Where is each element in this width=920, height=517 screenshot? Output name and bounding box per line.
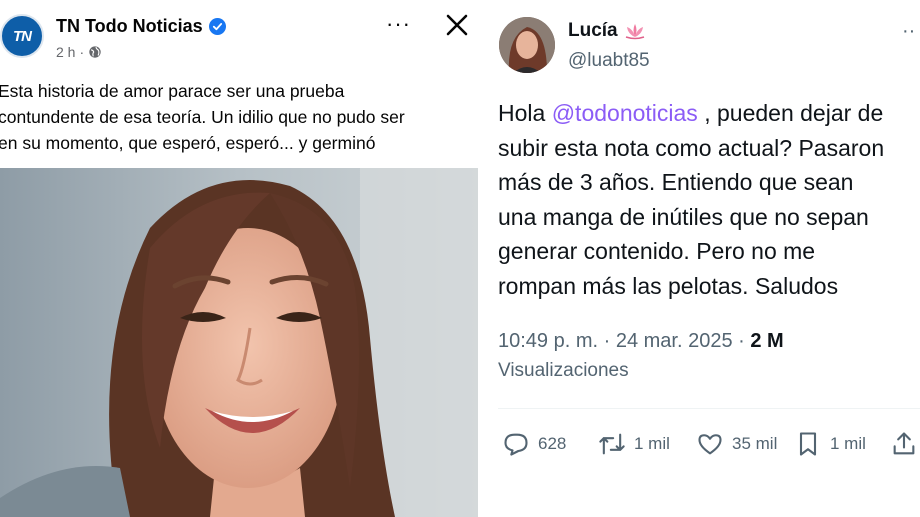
close-icon[interactable] xyxy=(444,12,470,38)
post-text-line: Esta historia de amor parace ser una pru… xyxy=(0,81,345,101)
share-button[interactable] xyxy=(890,426,918,462)
tweet-timestamp-row: 10:49 p. m. · 24 mar. 2025 · 2 M xyxy=(498,330,784,353)
verified-badge-icon xyxy=(208,18,226,35)
reply-icon xyxy=(504,433,528,456)
tweet-text-segment: Hola xyxy=(498,100,552,126)
more-icon[interactable]: ··· xyxy=(386,13,411,35)
tweet-text-line: una manga de inútiles que no sepan xyxy=(498,203,869,230)
repost-icon xyxy=(599,433,625,455)
post-text: Esta historia de amor parace ser una pru… xyxy=(0,78,476,156)
author-handle[interactable]: @luabt85 xyxy=(568,50,650,72)
post-photo[interactable] xyxy=(0,168,478,517)
post-time[interactable]: 2 h xyxy=(56,44,75,60)
post-text-line: en su momento, que esperó, esperó... y g… xyxy=(0,133,376,153)
page-name-row: TN Todo Noticias xyxy=(56,16,226,37)
mention-link[interactable]: @todonoticias xyxy=(552,100,698,126)
tweet-text-segment: , pueden dejar de xyxy=(697,100,884,126)
tn-logo-text: TN xyxy=(13,27,32,45)
panel-divider xyxy=(478,0,486,517)
repost-count: 1 mil xyxy=(634,434,670,453)
author-avatar[interactable] xyxy=(499,17,555,73)
like-count: 35 mil xyxy=(732,434,778,453)
author-avatar-image xyxy=(499,17,555,73)
author-name[interactable]: Lucía xyxy=(568,20,618,42)
bookmark-icon xyxy=(799,432,817,456)
reply-count: 628 xyxy=(538,434,567,453)
repost-button[interactable]: 1 mil xyxy=(598,426,670,462)
tweet: Lucía @luabt85 ·· Hola @todonoticias , p… xyxy=(486,0,920,517)
author-name-row: Lucía xyxy=(568,20,646,42)
tweet-text-line: Hola @todonoticias , pueden dejar de xyxy=(498,96,920,131)
more-icon[interactable]: ·· xyxy=(902,20,915,43)
reply-button[interactable]: 628 xyxy=(502,426,566,462)
tweet-text-line: más de 3 años. Entiendo que sean xyxy=(498,169,854,196)
post-meta: 2 h · xyxy=(56,44,102,60)
share-icon xyxy=(893,432,915,455)
tweet-text-line: generar contenido. Pero no me xyxy=(498,238,816,265)
woman-portrait-image xyxy=(0,168,478,517)
tweet-text-line: subir esta nota como actual? Pasaron xyxy=(498,134,885,161)
facebook-post: TN TN Todo Noticias 2 h · ··· Esta histo… xyxy=(0,0,478,517)
meta-separator: · xyxy=(79,44,85,60)
bookmark-button[interactable]: 1 mil xyxy=(794,426,866,462)
bookmark-count: 1 mil xyxy=(830,434,866,453)
separator xyxy=(498,408,920,409)
tweet-text-line: rompan más las pelotas. Saludos xyxy=(498,272,839,299)
views-count: 2 M xyxy=(750,330,784,352)
heart-icon xyxy=(698,434,722,455)
tweet-text: Hola @todonoticias , pueden dejar de sub… xyxy=(498,96,920,304)
views-label: Visualizaciones xyxy=(498,360,629,381)
lotus-icon xyxy=(625,24,644,40)
post-text-line: contundente de esa teoría. Un idilio que… xyxy=(0,107,405,127)
globe-icon xyxy=(89,46,101,58)
like-button[interactable]: 35 mil xyxy=(696,426,777,462)
tweet-timestamp[interactable]: 10:49 p. m. · 24 mar. 2025 · xyxy=(498,330,750,352)
page-name[interactable]: TN Todo Noticias xyxy=(56,16,203,37)
tweet-actions: 628 1 mil 35 mil 1 mil xyxy=(498,426,920,462)
tn-logo-avatar[interactable]: TN xyxy=(0,14,44,58)
